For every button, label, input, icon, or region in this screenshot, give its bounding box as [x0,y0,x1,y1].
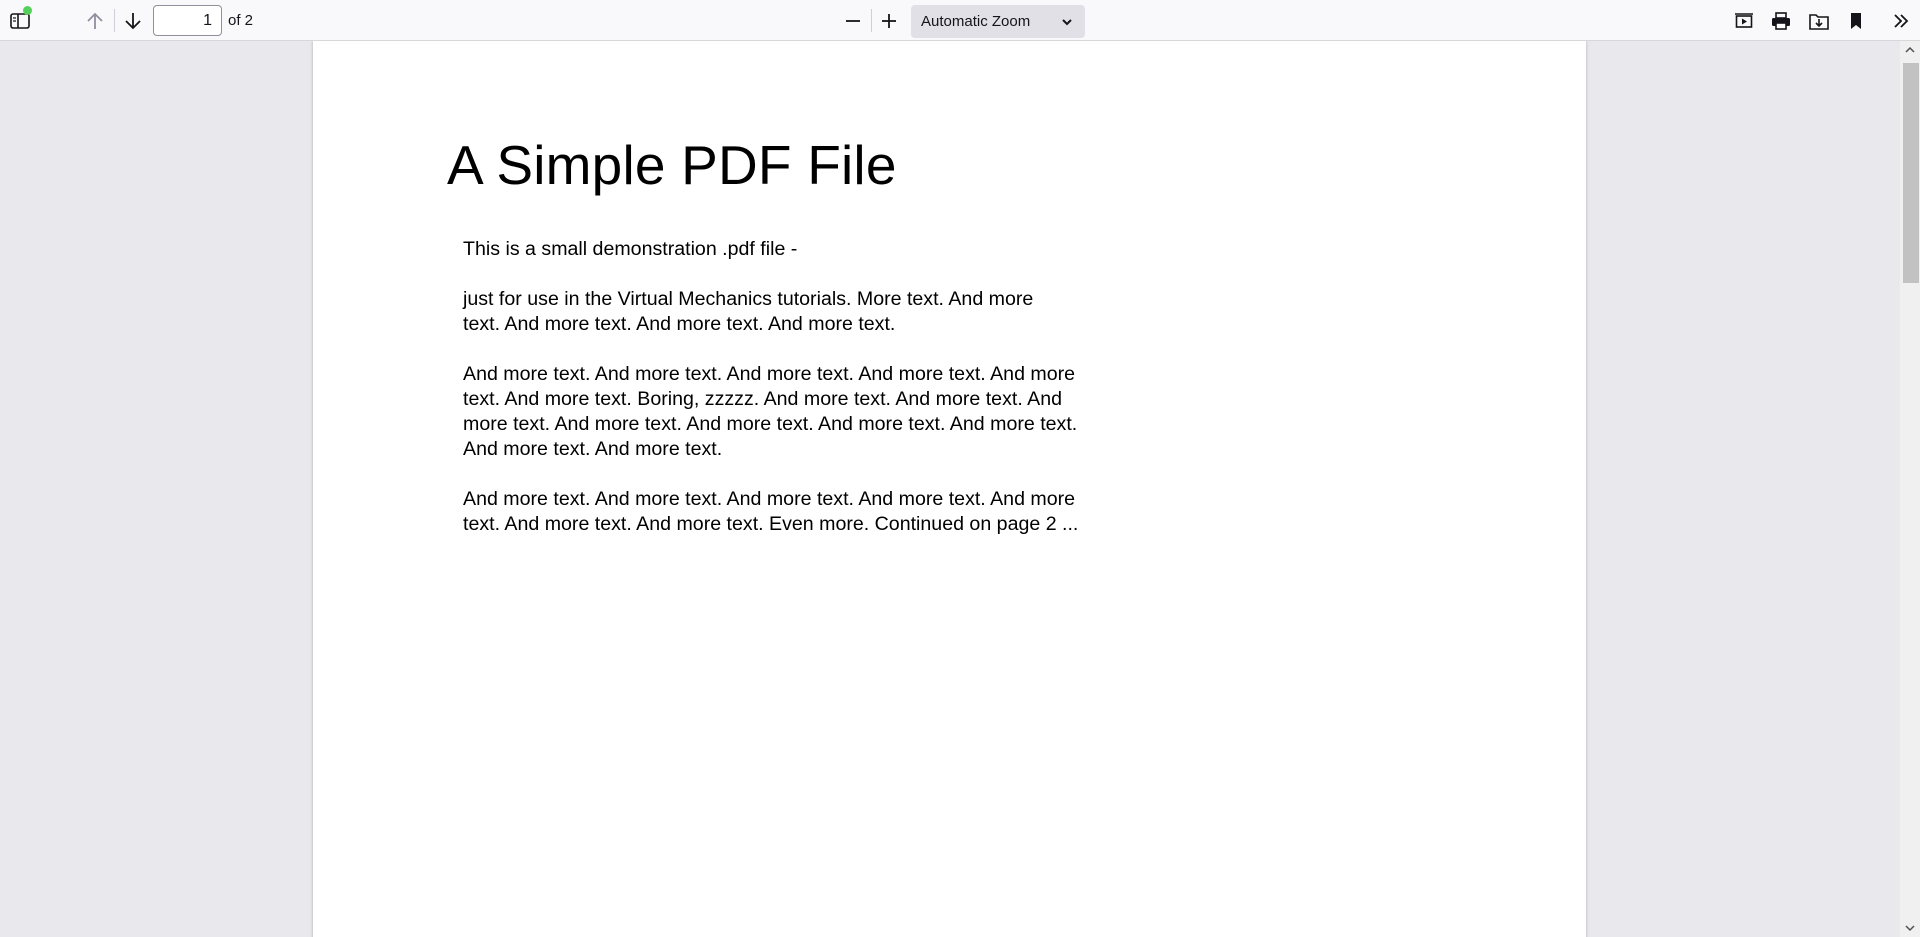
zoom-in-button[interactable] [872,4,906,38]
pdf-viewer-container[interactable]: A Simple PDF File This is a small demons… [0,41,1900,937]
arrow-up-icon [85,11,105,31]
tools-button[interactable] [1884,4,1918,38]
minus-icon [844,12,862,30]
document-paragraph: And more text. And more text. And more t… [463,487,1078,537]
vertical-scrollbar[interactable] [1900,41,1920,937]
pdf-page: A Simple PDF File This is a small demons… [313,41,1586,937]
presentation-mode-icon [1734,12,1754,30]
chevron-down-icon [1061,15,1073,32]
zoom-out-button[interactable] [836,4,870,38]
text-line: This is a small demonstration .pdf file … [463,238,798,260]
text-line: text. And more text. Boring, zzzzz. And … [463,388,1062,410]
notification-dot [23,6,32,15]
document-paragraph: This is a small demonstration .pdf file … [463,237,797,262]
chevron-up-icon [1905,41,1915,59]
arrow-down-icon [123,11,143,31]
document-paragraph: just for use in the Virtual Mechanics tu… [463,287,1033,337]
document-title: A Simple PDF File [447,134,897,196]
print-button[interactable] [1764,4,1798,38]
page-count-label: of 2 [228,12,254,29]
scroll-up-button[interactable] [1900,41,1920,59]
save-button[interactable] [1802,4,1836,38]
chevron-down-icon [1905,919,1915,937]
document-paragraph: And more text. And more text. And more t… [463,362,1077,462]
bookmark-button[interactable] [1839,4,1873,38]
plus-icon [880,12,898,30]
text-line: And more text. And more text. And more t… [463,488,1076,510]
bookmark-icon [1849,12,1863,30]
download-icon [1809,12,1829,30]
zoom-select[interactable]: Automatic Zoom [911,5,1085,38]
text-line: more text. And more text. And more text.… [463,413,1078,435]
previous-page-button[interactable] [78,4,112,38]
printer-icon [1771,12,1791,30]
text-line: text. And more text. And more text. And … [463,313,896,335]
presentation-mode-button[interactable] [1727,4,1761,38]
pdf-toolbar: of 2 Automatic Zoom [0,0,1920,41]
scrollbar-thumb[interactable] [1903,63,1919,283]
page-number-input[interactable] [153,5,222,36]
double-chevron-right-icon [1892,12,1910,30]
next-page-button[interactable] [116,4,150,38]
text-line: And more text. And more text. [463,438,723,460]
text-line: And more text. And more text. And more t… [463,363,1076,385]
text-line: text. And more text. And more text. Even… [463,513,1079,535]
text-line: just for use in the Virtual Mechanics tu… [463,288,1034,310]
toolbar-separator [114,9,115,32]
zoom-select-label: Automatic Zoom [921,13,1031,30]
scroll-down-button[interactable] [1900,919,1920,937]
